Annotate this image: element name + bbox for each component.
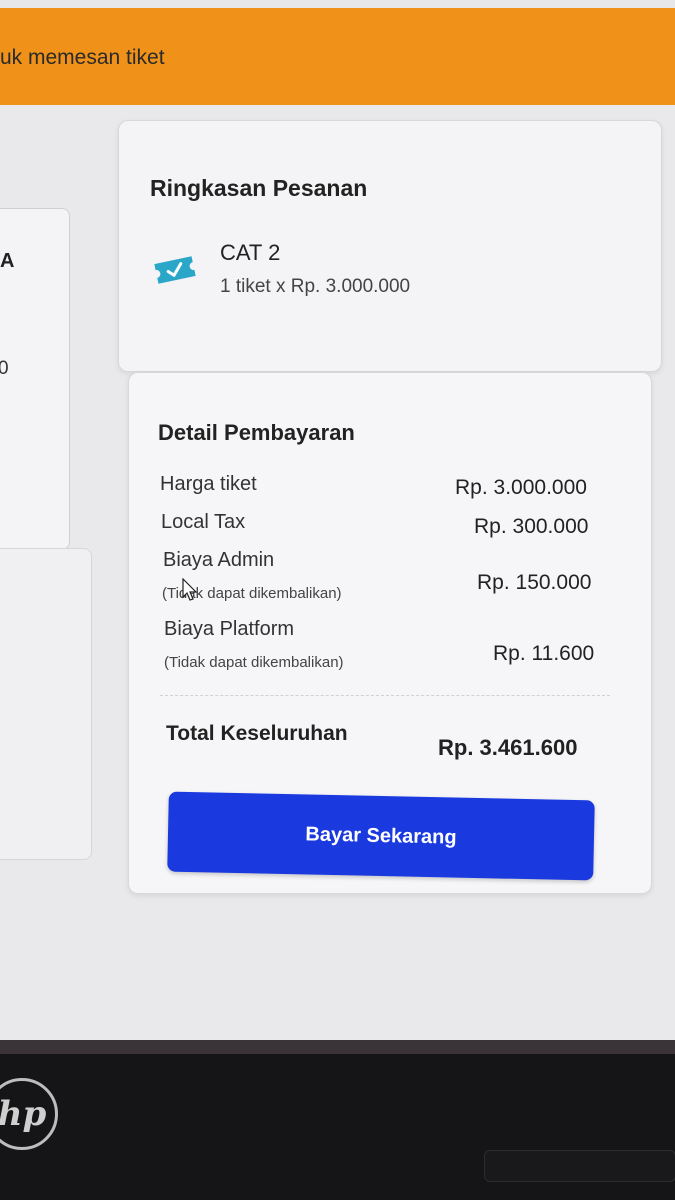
order-summary-card bbox=[118, 120, 662, 372]
total-divider bbox=[160, 695, 610, 696]
banner-text: uk memesan tiket bbox=[0, 46, 165, 69]
order-summary-title: Ringkasan Pesanan bbox=[150, 175, 368, 201]
left-panel-card-lower bbox=[0, 548, 92, 860]
local-tax-value: Rp. 300.000 bbox=[474, 515, 589, 538]
grand-total-label: Total Keseluruhan bbox=[166, 722, 348, 745]
platform-fee-note: (Tidak dapat dikembalikan) bbox=[164, 654, 344, 671]
pay-now-button[interactable]: Bayar Sekarang bbox=[167, 791, 595, 881]
top-banner: uk memesan tiket bbox=[0, 0, 675, 105]
admin-fee-label: Biaya Admin bbox=[163, 549, 275, 571]
left-panel-digit: 0 bbox=[0, 358, 9, 379]
pay-now-label: Bayar Sekarang bbox=[305, 822, 457, 849]
ticket-price-value: Rp. 3.000.000 bbox=[455, 476, 587, 499]
admin-fee-value: Rp. 150.000 bbox=[477, 571, 592, 594]
ticket-price-label: Harga tiket bbox=[160, 473, 257, 495]
mouse-cursor-icon bbox=[182, 578, 198, 601]
hp-logo-text: hp bbox=[0, 1094, 47, 1134]
ticket-category: CAT 2 bbox=[220, 240, 281, 265]
banner-top-strip bbox=[0, 0, 675, 8]
browser-screen: uk memesan tiket A 0 Ringkasan Pesanan C… bbox=[0, 0, 675, 1040]
ticket-quantity-price: 1 tiket x Rp. 3.000.000 bbox=[220, 276, 411, 297]
grand-total-value: Rp. 3.461.600 bbox=[438, 735, 578, 760]
platform-fee-label: Biaya Platform bbox=[164, 618, 295, 640]
left-panel-letter: A bbox=[0, 250, 15, 272]
bezel-sensor-strip bbox=[484, 1150, 675, 1182]
platform-fee-value: Rp. 11.600 bbox=[493, 642, 595, 665]
ticket-check-icon bbox=[154, 256, 196, 284]
local-tax-label: Local Tax bbox=[161, 511, 246, 533]
payment-detail-title: Detail Pembayaran bbox=[158, 420, 355, 445]
monitor-bezel-edge bbox=[0, 1040, 675, 1054]
